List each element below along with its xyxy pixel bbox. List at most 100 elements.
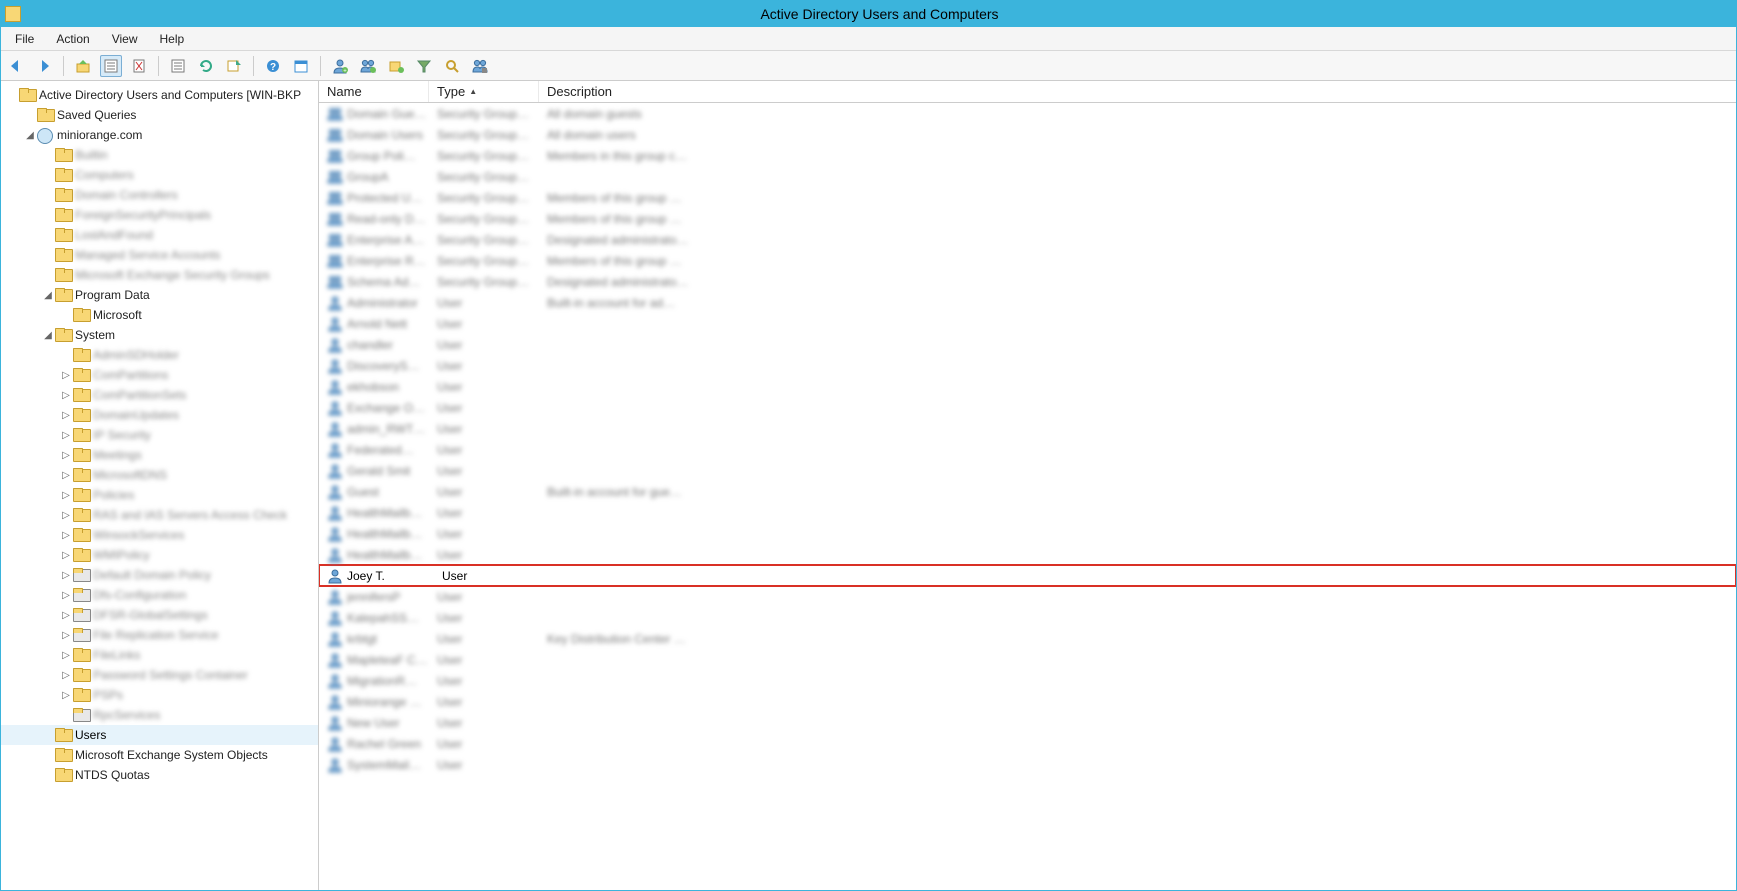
list-row[interactable]: Protected U…Security Group…Members of th…: [319, 187, 1736, 208]
list-rows[interactable]: Domain Gue…Security Group…All domain gue…: [319, 103, 1736, 890]
menu-view[interactable]: View: [102, 29, 148, 49]
expand-icon[interactable]: ▷: [59, 470, 73, 481]
find-button[interactable]: [441, 55, 463, 77]
list-row[interactable]: chandlerUser: [319, 334, 1736, 355]
list-row[interactable]: KalepahSS…User: [319, 607, 1736, 628]
list-row[interactable]: Joey T.User: [319, 565, 1736, 586]
tree-item[interactable]: ▷Dfs-Configuration: [1, 585, 318, 605]
expand-icon[interactable]: ▷: [59, 490, 73, 501]
tree-saved-queries[interactable]: Saved Queries: [1, 105, 318, 125]
list-row[interactable]: Domain UsersSecurity Group…All domain us…: [319, 124, 1736, 145]
tree-item[interactable]: Builtin: [1, 145, 318, 165]
col-header-type[interactable]: Type▲: [429, 81, 539, 102]
tree-item[interactable]: ▷MicrosoftDNS: [1, 465, 318, 485]
tree-program-data[interactable]: ◢ Program Data: [1, 285, 318, 305]
list-row[interactable]: Miniorange …User: [319, 691, 1736, 712]
export-list-button[interactable]: [223, 55, 245, 77]
list-row[interactable]: AdministratorUserBuilt-in account for ad…: [319, 292, 1736, 313]
tree-item[interactable]: ▷File Replication Service: [1, 625, 318, 645]
expand-icon[interactable]: ▷: [59, 590, 73, 601]
list-row[interactable]: Domain Gue…Security Group…All domain gue…: [319, 103, 1736, 124]
expand-icon[interactable]: ▷: [59, 570, 73, 581]
tree-item[interactable]: LostAndFound: [1, 225, 318, 245]
list-row[interactable]: GroupASecurity Group…: [319, 166, 1736, 187]
col-header-desc[interactable]: Description: [539, 81, 1736, 102]
menu-file[interactable]: File: [5, 29, 44, 49]
add-to-group-button[interactable]: [469, 55, 491, 77]
tree-item[interactable]: ▷Default Domain Policy: [1, 565, 318, 585]
tree-system[interactable]: ◢ System: [1, 325, 318, 345]
collapse-icon[interactable]: ◢: [41, 330, 55, 341]
tree-mes-objects[interactable]: Microsoft Exchange System Objects: [1, 745, 318, 765]
list-row[interactable]: HealthMailb…User: [319, 502, 1736, 523]
list-row[interactable]: Arnold NettUser: [319, 313, 1736, 334]
help-button[interactable]: [262, 55, 284, 77]
tree-item[interactable]: ▷IP Security: [1, 425, 318, 445]
list-row[interactable]: MigrationR…User: [319, 670, 1736, 691]
snapshot-button[interactable]: [290, 55, 312, 77]
tree-ntds[interactable]: NTDS Quotas: [1, 765, 318, 785]
list-row[interactable]: HealthMailb…User: [319, 523, 1736, 544]
tree-item[interactable]: ▷ComPartitionSets: [1, 385, 318, 405]
list-row[interactable]: Exchange O…User: [319, 397, 1736, 418]
list-row[interactable]: ekhobsonUser: [319, 376, 1736, 397]
expand-icon[interactable]: ▷: [59, 410, 73, 421]
list-row[interactable]: Federated…User: [319, 439, 1736, 460]
collapse-icon[interactable]: ◢: [41, 290, 55, 301]
menu-action[interactable]: Action: [46, 29, 99, 49]
list-row[interactable]: SystemMail…User: [319, 754, 1736, 775]
tree-item[interactable]: AdminSDHolder: [1, 345, 318, 365]
list-row[interactable]: Rachel GreenUser: [319, 733, 1736, 754]
tree-item[interactable]: ▷FileLinks: [1, 645, 318, 665]
show-hide-tree-button[interactable]: [100, 55, 122, 77]
tree-item[interactable]: ▷Meetings: [1, 445, 318, 465]
list-row[interactable]: GuestUserBuilt-in account for gue…: [319, 481, 1736, 502]
tree-item[interactable]: Managed Service Accounts: [1, 245, 318, 265]
tree-item[interactable]: ▷WMIPolicy: [1, 545, 318, 565]
tree-microsoft[interactable]: Microsoft: [1, 305, 318, 325]
list-row[interactable]: Enterprise R…Security Group…Members of t…: [319, 250, 1736, 271]
list-row[interactable]: HealthMailb…User: [319, 544, 1736, 565]
tree-item[interactable]: Microsoft Exchange Security Groups: [1, 265, 318, 285]
list-row[interactable]: jennifersPUser: [319, 586, 1736, 607]
tree-item[interactable]: ▷ComPartitions: [1, 365, 318, 385]
refresh-button[interactable]: [195, 55, 217, 77]
expand-icon[interactable]: ▷: [59, 370, 73, 381]
expand-icon[interactable]: ▷: [59, 550, 73, 561]
list-row[interactable]: Gerald SmitUser: [319, 460, 1736, 481]
tree-item[interactable]: ▷Password Settings Container: [1, 665, 318, 685]
tree-pane[interactable]: Active Directory Users and Computers [WI…: [1, 81, 319, 890]
nav-back-button[interactable]: [5, 55, 27, 77]
tree-users[interactable]: Users: [1, 725, 318, 745]
new-group-button[interactable]: [357, 55, 379, 77]
expand-icon[interactable]: ▷: [59, 630, 73, 641]
tree-item[interactable]: ▷RAS and IAS Servers Access Check: [1, 505, 318, 525]
expand-icon[interactable]: ▷: [59, 430, 73, 441]
new-ou-button[interactable]: [385, 55, 407, 77]
collapse-icon[interactable]: ◢: [23, 130, 37, 141]
tree-item[interactable]: ▷DomainUpdates: [1, 405, 318, 425]
list-row[interactable]: New UserUser: [319, 712, 1736, 733]
tree-item[interactable]: RpcServices: [1, 705, 318, 725]
expand-icon[interactable]: ▷: [59, 510, 73, 521]
list-row[interactable]: Read-only D…Security Group…Members of th…: [319, 208, 1736, 229]
tree-root[interactable]: Active Directory Users and Computers [WI…: [1, 85, 318, 105]
expand-icon[interactable]: ▷: [59, 690, 73, 701]
list-row[interactable]: MapleteaF C…User: [319, 649, 1736, 670]
col-header-name[interactable]: Name: [319, 81, 429, 102]
filter-button[interactable]: [413, 55, 435, 77]
expand-icon[interactable]: ▷: [59, 670, 73, 681]
list-row[interactable]: DiscoveryS…User: [319, 355, 1736, 376]
tree-item[interactable]: ForeignSecurityPrincipals: [1, 205, 318, 225]
expand-icon[interactable]: ▷: [59, 530, 73, 541]
list-row[interactable]: Enterprise A…Security Group…Designated a…: [319, 229, 1736, 250]
list-row[interactable]: admin_RWT…User: [319, 418, 1736, 439]
list-row[interactable]: Group Poli…Security Group…Members in thi…: [319, 145, 1736, 166]
expand-icon[interactable]: ▷: [59, 610, 73, 621]
menu-help[interactable]: Help: [150, 29, 195, 49]
cut-button[interactable]: [128, 55, 150, 77]
tree-item[interactable]: ▷PSPs: [1, 685, 318, 705]
list-row[interactable]: krbtgtUserKey Distribution Center …: [319, 628, 1736, 649]
expand-icon[interactable]: ▷: [59, 390, 73, 401]
tree-item[interactable]: ▷WinsockServices: [1, 525, 318, 545]
